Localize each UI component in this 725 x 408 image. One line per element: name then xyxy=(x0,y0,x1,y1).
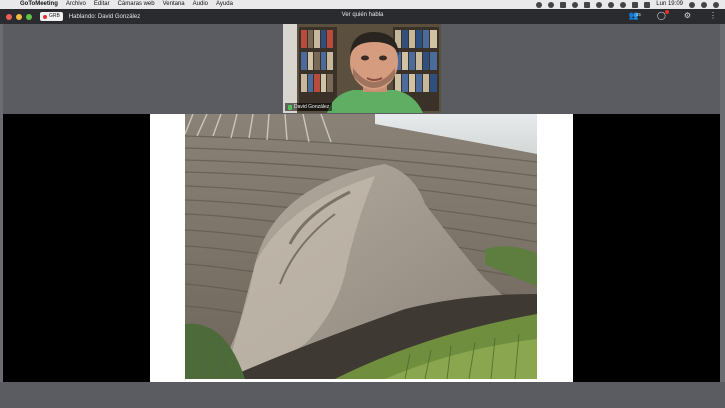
wifi-icon[interactable] xyxy=(620,1,627,8)
recording-button[interactable]: GRB xyxy=(40,12,63,21)
spotlight-icon[interactable] xyxy=(689,1,695,8)
meeting-title-bar: GRB Hablando: David González Ver quién h… xyxy=(0,9,725,24)
slide-photo-eroded-field xyxy=(185,114,537,379)
battery-icon[interactable] xyxy=(632,1,639,8)
chat-notification-badge xyxy=(664,10,669,14)
macos-menu-bar: GoToMeeting Archivo Editar Cámaras web V… xyxy=(0,0,725,9)
bottom-control-bar xyxy=(0,382,725,408)
attendees-button[interactable]: 👥 35 xyxy=(629,11,641,21)
participant-video[interactable]: David González xyxy=(283,24,441,113)
menu-clock[interactable]: Lun 19:09 xyxy=(656,0,683,9)
speaking-indicator: Hablando: David González xyxy=(68,13,141,20)
status-mic-icon[interactable] xyxy=(572,1,579,8)
titlebar-actions: 👥 35 ◯ ⚙ ⋮ xyxy=(629,10,717,21)
gear-icon: ⚙ xyxy=(683,11,691,20)
presentation-slide xyxy=(150,114,573,382)
status-screen-icon[interactable] xyxy=(584,1,591,8)
microphone-icon xyxy=(288,104,292,110)
attendee-count: 35 xyxy=(635,12,641,17)
window-frame-right xyxy=(720,24,725,382)
participant-name: David González xyxy=(294,104,330,110)
menu-app-name[interactable]: GoToMeeting xyxy=(20,0,58,9)
status-flag-icon[interactable] xyxy=(560,1,567,8)
more-options-button[interactable]: ⋮ xyxy=(709,11,717,21)
participant-name-tag: David González xyxy=(285,103,333,111)
shared-screen-area[interactable] xyxy=(3,114,720,382)
fullscreen-window-button[interactable] xyxy=(26,13,32,20)
menu-ayuda[interactable]: Ayuda xyxy=(216,0,233,9)
recording-label: GRB xyxy=(49,13,60,19)
view-toggle-button[interactable]: Ver quién habla xyxy=(342,12,384,18)
settings-button[interactable]: ⚙ xyxy=(684,11,691,21)
control-center-icon[interactable] xyxy=(713,1,719,8)
webcam-strip: David González xyxy=(0,24,725,114)
menu-ventana[interactable]: Ventana xyxy=(163,0,185,9)
menu-archivo[interactable]: Archivo xyxy=(66,0,86,9)
record-dot-icon xyxy=(43,14,47,19)
status-app-icon[interactable] xyxy=(536,1,543,8)
participant-video-image xyxy=(283,24,441,113)
status-camera-icon[interactable] xyxy=(548,1,555,8)
input-flag-icon[interactable] xyxy=(644,1,651,8)
menu-camaras-web[interactable]: Cámaras web xyxy=(118,0,155,9)
window-controls xyxy=(6,13,32,20)
close-window-button[interactable] xyxy=(6,13,12,20)
menu-editar[interactable]: Editar xyxy=(94,0,110,9)
status-icons: Lun 19:09 xyxy=(536,0,719,9)
menu-audio[interactable]: Audio xyxy=(193,0,208,9)
status-bluetooth-icon[interactable] xyxy=(608,1,615,8)
chat-button[interactable]: ◯ xyxy=(657,10,669,21)
more-vertical-icon: ⋮ xyxy=(709,11,717,20)
minimize-window-button[interactable] xyxy=(16,13,22,20)
status-clock-icon[interactable] xyxy=(596,1,603,8)
user-icon[interactable] xyxy=(701,1,707,8)
